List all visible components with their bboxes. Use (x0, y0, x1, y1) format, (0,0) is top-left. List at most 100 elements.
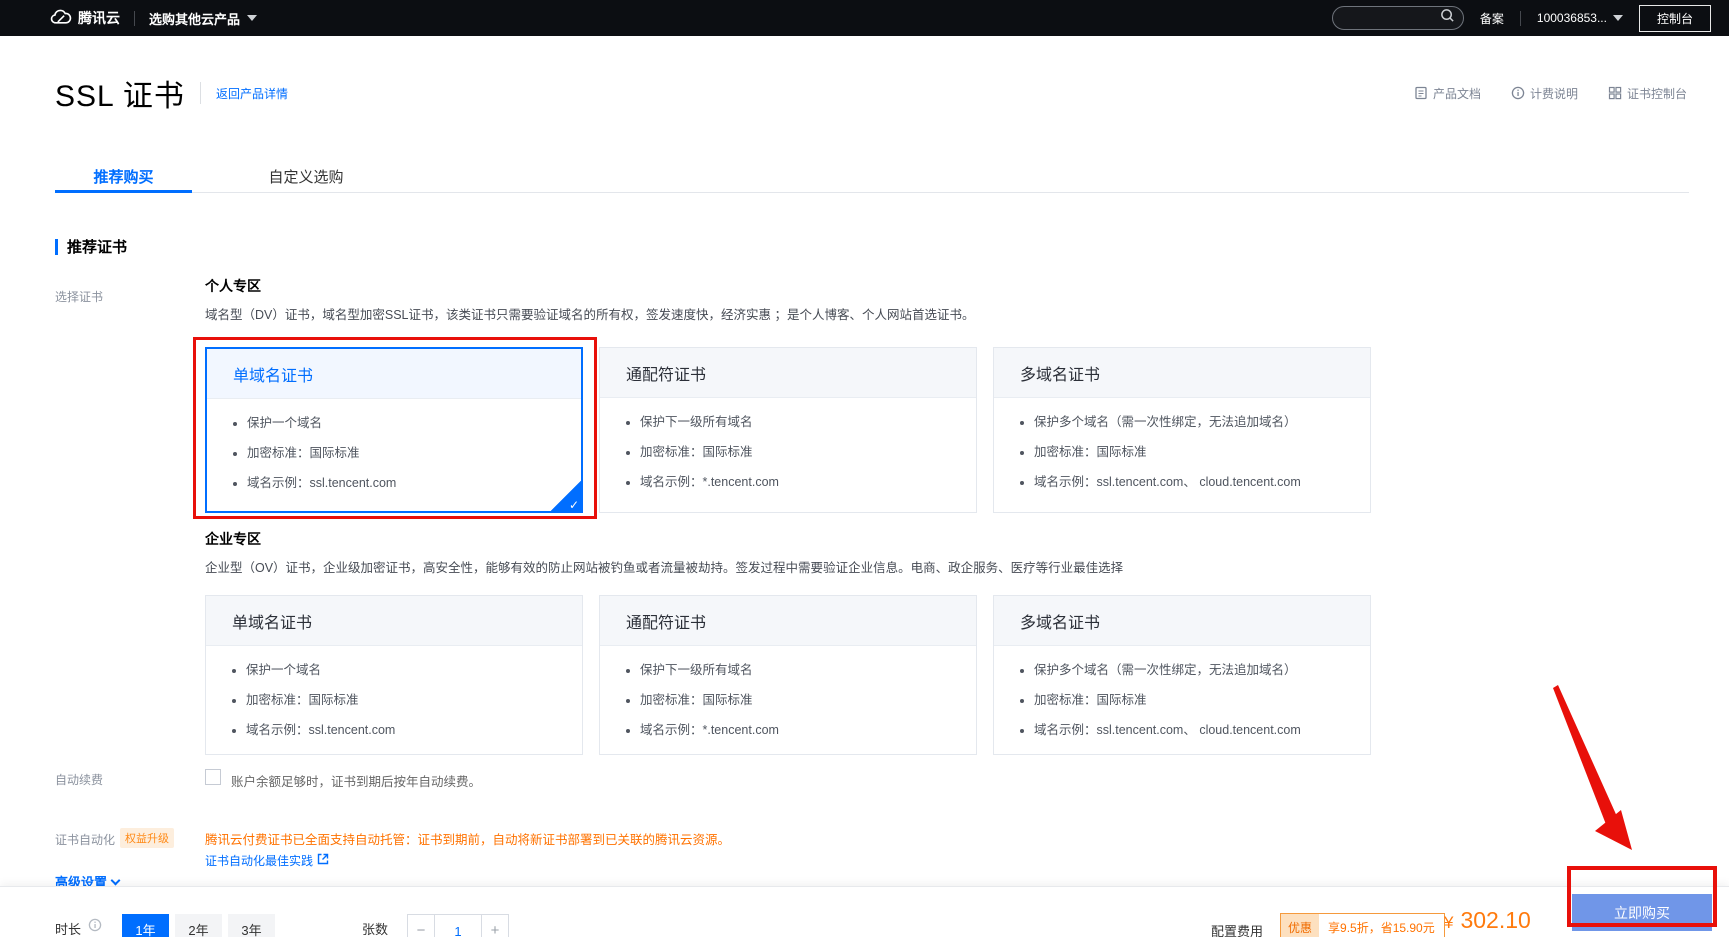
card-title: 多域名证书 (994, 596, 1370, 646)
navbar-search-input[interactable] (1332, 6, 1464, 30)
duration-options: 1年 2年 3年 (122, 914, 275, 937)
navbar-divider (1520, 11, 1521, 26)
card-bullet-list: 保护一个域名 加密标准：国际标准 域名示例：ssl.tencent.com (207, 412, 581, 491)
choose-cert-label: 选择证书 (55, 288, 103, 305)
card-bullet: 域名示例：ssl.tencent.com (246, 719, 582, 738)
section-title: 推荐证书 (67, 236, 127, 257)
caret-down-icon (1613, 15, 1623, 21)
navbar-divider (134, 11, 135, 26)
total-price: ¥ 302.10 (1444, 907, 1531, 934)
ssl-purchase-page: 腾讯云 选购其他云产品 备案 100036853... (0, 0, 1729, 937)
automation-best-practice-link[interactable]: 证书自动化最佳实践 (205, 852, 329, 869)
tab-recommended[interactable]: 推荐购买 (55, 160, 192, 193)
currency-symbol: ¥ (1444, 913, 1453, 933)
chevron-down-icon (111, 875, 121, 885)
nav-other-products-label: 选购其他云产品 (149, 9, 240, 28)
purchase-bottom-bar: 时长 1年 2年 3年 张数 − 1 + 配置费用 优惠 享9.5折，省15.9… (0, 886, 1729, 937)
quantity-stepper: − 1 + (407, 914, 509, 937)
auto-renew-label: 自动续费 (55, 771, 103, 788)
quantity-value[interactable]: 1 (435, 914, 481, 937)
tencent-cloud-logo[interactable]: 腾讯云 (50, 8, 120, 29)
discount-text: 享9.5折，省15.90元 (1319, 919, 1444, 936)
card-enterprise-multi-domain[interactable]: 多域名证书 保护多个域名（需一次性绑定，无法追加域名） 加密标准：国际标准 域名… (993, 595, 1371, 755)
card-title: 通配符证书 (600, 348, 976, 398)
card-bullet: 加密标准：国际标准 (1034, 689, 1370, 708)
search-icon[interactable] (1440, 8, 1455, 28)
quantity-plus-button[interactable]: + (481, 914, 509, 937)
personal-zone-title: 个人专区 (205, 276, 261, 296)
duration-option-1y[interactable]: 1年 (122, 914, 169, 937)
enterprise-zone-title: 企业专区 (205, 529, 261, 549)
card-title: 单域名证书 (207, 349, 581, 399)
duration-label: 时长 (55, 919, 81, 937)
duration-option-2y[interactable]: 2年 (175, 914, 222, 937)
nav-beian-link[interactable]: 备案 (1480, 10, 1504, 27)
automation-message: 腾讯云付费证书已全面支持自动托管：证书到期前，自动将新证书部署到已关联的腾讯云资… (205, 829, 730, 848)
card-bullet: 保护一个域名 (247, 412, 581, 431)
discount-box: 优惠 享9.5折，省15.90元 (1280, 913, 1445, 937)
document-icon (1414, 86, 1428, 100)
account-id: 100036853... (1537, 11, 1607, 25)
cert-console-link[interactable]: 证书控制台 (1608, 85, 1687, 102)
purchase-tabs: 推荐购买 自定义选购 (55, 160, 1689, 193)
section-accent-bar (55, 239, 58, 255)
tab-custom[interactable]: 自定义选购 (226, 160, 386, 192)
automation-link-label: 证书自动化最佳实践 (205, 852, 313, 869)
card-bullet: 保护多个域名（需一次性绑定，无法追加域名） (1034, 659, 1370, 678)
card-bullet-list: 保护多个域名（需一次性绑定，无法追加域名） 加密标准：国际标准 域名示例：ssl… (994, 659, 1370, 738)
card-bullet: 域名示例：*.tencent.com (640, 719, 976, 738)
card-bullet: 加密标准：国际标准 (246, 689, 582, 708)
card-bullet: 保护一个域名 (246, 659, 582, 678)
card-personal-single-domain[interactable]: 单域名证书 保护一个域名 加密标准：国际标准 域名示例：ssl.tencent.… (205, 347, 583, 513)
card-title: 多域名证书 (994, 348, 1370, 398)
billing-info-label: 计费说明 (1530, 85, 1578, 102)
caret-down-icon (247, 15, 257, 21)
discount-badge: 优惠 (1281, 914, 1319, 937)
card-bullet: 域名示例：ssl.tencent.com、 cloud.tencent.com (1034, 719, 1370, 738)
card-bullet: 域名示例：ssl.tencent.com、 cloud.tencent.com (1034, 471, 1370, 490)
billing-info-link[interactable]: 计费说明 (1511, 85, 1578, 102)
section-header: 推荐证书 (55, 236, 127, 257)
card-personal-multi-domain[interactable]: 多域名证书 保护多个域名（需一次性绑定，无法追加域名） 加密标准：国际标准 域名… (993, 347, 1371, 513)
account-menu[interactable]: 100036853... (1537, 11, 1623, 25)
card-bullet: 保护下一级所有域名 (640, 411, 976, 430)
card-bullet-list: 保护下一级所有域名 加密标准：国际标准 域名示例：*.tencent.com (600, 659, 976, 738)
auto-renew-checkbox[interactable] (205, 769, 221, 785)
card-bullet: 保护下一级所有域名 (640, 659, 976, 678)
page-header: SSL 证书 返回产品详情 产品文档 (55, 70, 1687, 116)
card-enterprise-wildcard[interactable]: 通配符证书 保护下一级所有域名 加密标准：国际标准 域名示例：*.tencent… (599, 595, 977, 755)
grid-icon (1608, 86, 1622, 100)
card-bullet: 加密标准：国际标准 (640, 441, 976, 460)
card-personal-wildcard[interactable]: 通配符证书 保护下一级所有域名 加密标准：国际标准 域名示例：*.tencent… (599, 347, 977, 513)
card-enterprise-single-domain[interactable]: 单域名证书 保护一个域名 加密标准：国际标准 域名示例：ssl.tencent.… (205, 595, 583, 755)
nav-other-products[interactable]: 选购其他云产品 (149, 9, 257, 28)
fee-label: 配置费用 (1211, 921, 1263, 937)
back-to-product-link[interactable]: 返回产品详情 (216, 85, 288, 102)
info-circle-icon[interactable] (88, 918, 102, 937)
card-title: 单域名证书 (206, 596, 582, 646)
rights-upgrade-badge: 权益升级 (120, 828, 174, 848)
page-title: SSL 证书 (55, 71, 185, 115)
card-bullet: 加密标准：国际标准 (1034, 441, 1370, 460)
card-bullet-list: 保护一个域名 加密标准：国际标准 域名示例：ssl.tencent.com (206, 659, 582, 738)
product-doc-link[interactable]: 产品文档 (1414, 85, 1481, 102)
card-title: 通配符证书 (600, 596, 976, 646)
card-bullet: 保护多个域名（需一次性绑定，无法追加域名） (1034, 411, 1370, 430)
card-bullet: 域名示例：ssl.tencent.com (247, 472, 581, 491)
card-bullet: 加密标准：国际标准 (247, 442, 581, 461)
automation-label: 证书自动化 (55, 831, 115, 848)
buy-now-button[interactable]: 立即购买 (1572, 894, 1712, 931)
duration-option-3y[interactable]: 3年 (228, 914, 275, 937)
card-bullet-list: 保护下一级所有域名 加密标准：国际标准 域名示例：*.tencent.com (600, 411, 976, 490)
price-amount: 302.10 (1460, 907, 1530, 934)
product-doc-label: 产品文档 (1433, 85, 1481, 102)
enterprise-zone-desc: 企业型（OV）证书，企业级加密证书，高安全性，能够有效的防止网站被钓鱼或者流量被… (205, 557, 1123, 576)
card-bullet: 域名示例：*.tencent.com (640, 471, 976, 490)
logo-label: 腾讯云 (78, 8, 120, 28)
info-icon (1511, 86, 1525, 100)
title-divider (200, 82, 201, 104)
quantity-minus-button[interactable]: − (407, 914, 435, 937)
console-button[interactable]: 控制台 (1639, 5, 1711, 32)
card-bullet: 加密标准：国际标准 (640, 689, 976, 708)
selected-corner: ✓ (551, 481, 581, 511)
